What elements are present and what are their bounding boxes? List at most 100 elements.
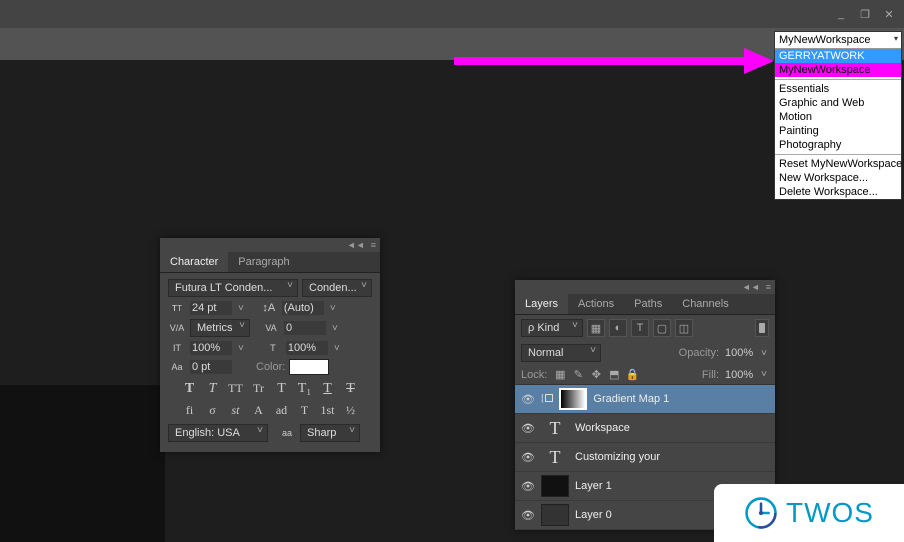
lock-position-icon[interactable]: ✥ bbox=[589, 368, 603, 381]
filter-type-icon[interactable]: T bbox=[631, 319, 649, 337]
lock-pixels-icon[interactable]: ✎ bbox=[571, 368, 585, 381]
filter-pixel-icon[interactable]: ▦ bbox=[587, 319, 605, 337]
lock-artboard-icon[interactable]: ⬒ bbox=[607, 368, 621, 381]
layer-name[interactable]: Customizing your bbox=[575, 451, 769, 463]
smallcaps-button[interactable]: Tr bbox=[249, 381, 269, 397]
layer-thumbnail[interactable] bbox=[541, 504, 569, 526]
workspace-delete[interactable]: Delete Workspace... bbox=[775, 185, 901, 199]
tab-paths[interactable]: Paths bbox=[624, 294, 672, 314]
blend-mode-dropdown[interactable]: Normal bbox=[521, 344, 601, 362]
panel-menu-icon[interactable]: ≡ bbox=[371, 240, 376, 250]
chevron-down-icon[interactable]: ˅ bbox=[759, 348, 769, 359]
tab-character[interactable]: Character bbox=[160, 252, 228, 272]
workspace-item[interactable]: Motion bbox=[775, 110, 901, 124]
chevron-down-icon[interactable]: ˅ bbox=[330, 323, 340, 334]
underline-button[interactable]: T bbox=[318, 381, 338, 397]
color-label: Color: bbox=[256, 361, 285, 373]
font-style-dropdown[interactable]: Conden... bbox=[302, 279, 372, 297]
title-bar: _ ❐ ✕ bbox=[0, 0, 904, 28]
style-buttons: T T TT Tr T T₁ T T bbox=[168, 381, 372, 397]
opacity-value[interactable]: 100% bbox=[725, 347, 753, 359]
lock-label: Lock: bbox=[521, 369, 547, 381]
collapse-icon[interactable]: ◄◄ bbox=[347, 240, 365, 250]
layer-row[interactable]: 👁 T Workspace bbox=[515, 414, 775, 443]
visibility-icon[interactable]: 👁 bbox=[521, 451, 535, 464]
discretionary-lig-button[interactable]: st bbox=[226, 403, 246, 418]
visibility-icon[interactable]: 👁 bbox=[521, 422, 535, 435]
workspace-reset[interactable]: Reset MyNewWorkspace bbox=[775, 157, 901, 171]
text-color-swatch[interactable] bbox=[289, 359, 329, 375]
link-icon[interactable]: 𝄔 bbox=[541, 394, 553, 405]
layer-thumbnail[interactable] bbox=[541, 475, 569, 497]
font-family-dropdown[interactable]: Futura LT Conden... bbox=[168, 279, 298, 297]
kerning-dropdown[interactable]: Metrics bbox=[190, 319, 250, 337]
filter-adjustment-icon[interactable]: ◐ bbox=[609, 319, 627, 337]
workspace-item[interactable]: Graphic and Web bbox=[775, 96, 901, 110]
minimize-button[interactable]: _ bbox=[830, 5, 852, 23]
superscript-button[interactable]: T bbox=[272, 381, 292, 397]
filter-shape-icon[interactable]: ▢ bbox=[653, 319, 671, 337]
titling-alt-button[interactable]: T bbox=[295, 403, 315, 418]
italic-button[interactable]: T bbox=[203, 381, 223, 397]
language-dropdown[interactable]: English: USA bbox=[168, 424, 268, 442]
tab-channels[interactable]: Channels bbox=[672, 294, 738, 314]
fractions-button[interactable]: ½ bbox=[341, 403, 361, 418]
filter-toggle[interactable] bbox=[755, 319, 769, 337]
visibility-icon[interactable]: 👁 bbox=[521, 480, 535, 493]
layer-thumbnail[interactable] bbox=[559, 388, 587, 410]
chevron-down-icon[interactable]: ˅ bbox=[759, 369, 769, 380]
workspace-new[interactable]: New Workspace... bbox=[775, 171, 901, 185]
leading-input[interactable]: (Auto) bbox=[282, 301, 324, 315]
watermark-text: TWOS bbox=[786, 497, 874, 529]
font-size-input[interactable]: 24 pt bbox=[190, 301, 232, 315]
workspace-switcher[interactable]: MyNewWorkspace GERRYATWORK MyNewWorkspac… bbox=[774, 31, 902, 200]
chevron-down-icon[interactable]: ˅ bbox=[236, 303, 246, 314]
tracking-input[interactable]: 0 bbox=[284, 321, 326, 335]
layer-row[interactable]: 👁 T Customizing your bbox=[515, 443, 775, 472]
lock-transparency-icon[interactable]: ▦ bbox=[553, 368, 567, 381]
stylistic-alt-button[interactable]: ad bbox=[272, 403, 292, 418]
tab-actions[interactable]: Actions bbox=[568, 294, 624, 314]
workspace-item[interactable]: Essentials bbox=[775, 82, 901, 96]
filter-smart-icon[interactable]: ◫ bbox=[675, 319, 693, 337]
collapse-icon[interactable]: ◄◄ bbox=[742, 282, 760, 292]
antialiasing-dropdown[interactable]: Sharp bbox=[300, 424, 360, 442]
leading-icon: ↕A bbox=[260, 302, 278, 314]
clock-icon bbox=[744, 496, 778, 530]
tab-paragraph[interactable]: Paragraph bbox=[228, 252, 299, 272]
swash-button[interactable]: A bbox=[249, 403, 269, 418]
workspace-selected[interactable]: MyNewWorkspace bbox=[775, 32, 901, 49]
filter-kind-dropdown[interactable]: ρ Kind bbox=[521, 319, 583, 337]
layer-name[interactable]: Gradient Map 1 bbox=[593, 393, 769, 405]
workspace-item[interactable]: Painting bbox=[775, 124, 901, 138]
baseline-icon: Aa bbox=[168, 362, 186, 372]
workspace-item[interactable]: GERRYATWORK bbox=[775, 49, 901, 63]
maximize-button[interactable]: ❐ bbox=[854, 5, 876, 23]
tab-layers[interactable]: Layers bbox=[515, 294, 568, 314]
chevron-down-icon[interactable]: ˅ bbox=[328, 303, 338, 314]
chevron-down-icon[interactable]: ˅ bbox=[332, 343, 342, 354]
layer-row[interactable]: 👁 𝄔 Gradient Map 1 bbox=[515, 385, 775, 414]
visibility-icon[interactable]: 👁 bbox=[521, 393, 535, 406]
visibility-icon[interactable]: 👁 bbox=[521, 509, 535, 522]
vscale-input[interactable]: 100% bbox=[190, 341, 232, 355]
fill-value[interactable]: 100% bbox=[725, 369, 753, 381]
ligatures-button[interactable]: fi bbox=[180, 403, 200, 418]
ordinals-button[interactable]: 1st bbox=[318, 403, 338, 418]
hscale-icon: T bbox=[264, 343, 282, 353]
allcaps-button[interactable]: TT bbox=[226, 381, 246, 397]
close-button[interactable]: ✕ bbox=[878, 5, 900, 23]
bold-button[interactable]: T bbox=[180, 381, 200, 397]
hscale-input[interactable]: 100% bbox=[286, 341, 328, 355]
strikethrough-button[interactable]: T bbox=[341, 381, 361, 397]
chevron-down-icon[interactable]: ˅ bbox=[236, 343, 246, 354]
lock-all-icon[interactable]: 🔒 bbox=[625, 368, 639, 381]
panel-menu-icon[interactable]: ≡ bbox=[766, 282, 771, 292]
subscript-button[interactable]: T₁ bbox=[295, 381, 315, 397]
vscale-icon: IT bbox=[168, 343, 186, 353]
baseline-input[interactable]: 0 pt bbox=[190, 360, 232, 374]
workspace-item[interactable]: MyNewWorkspace bbox=[775, 63, 901, 77]
contextual-alt-button[interactable]: σ bbox=[203, 403, 223, 418]
layer-name[interactable]: Workspace bbox=[575, 422, 769, 434]
workspace-item[interactable]: Photography bbox=[775, 138, 901, 152]
